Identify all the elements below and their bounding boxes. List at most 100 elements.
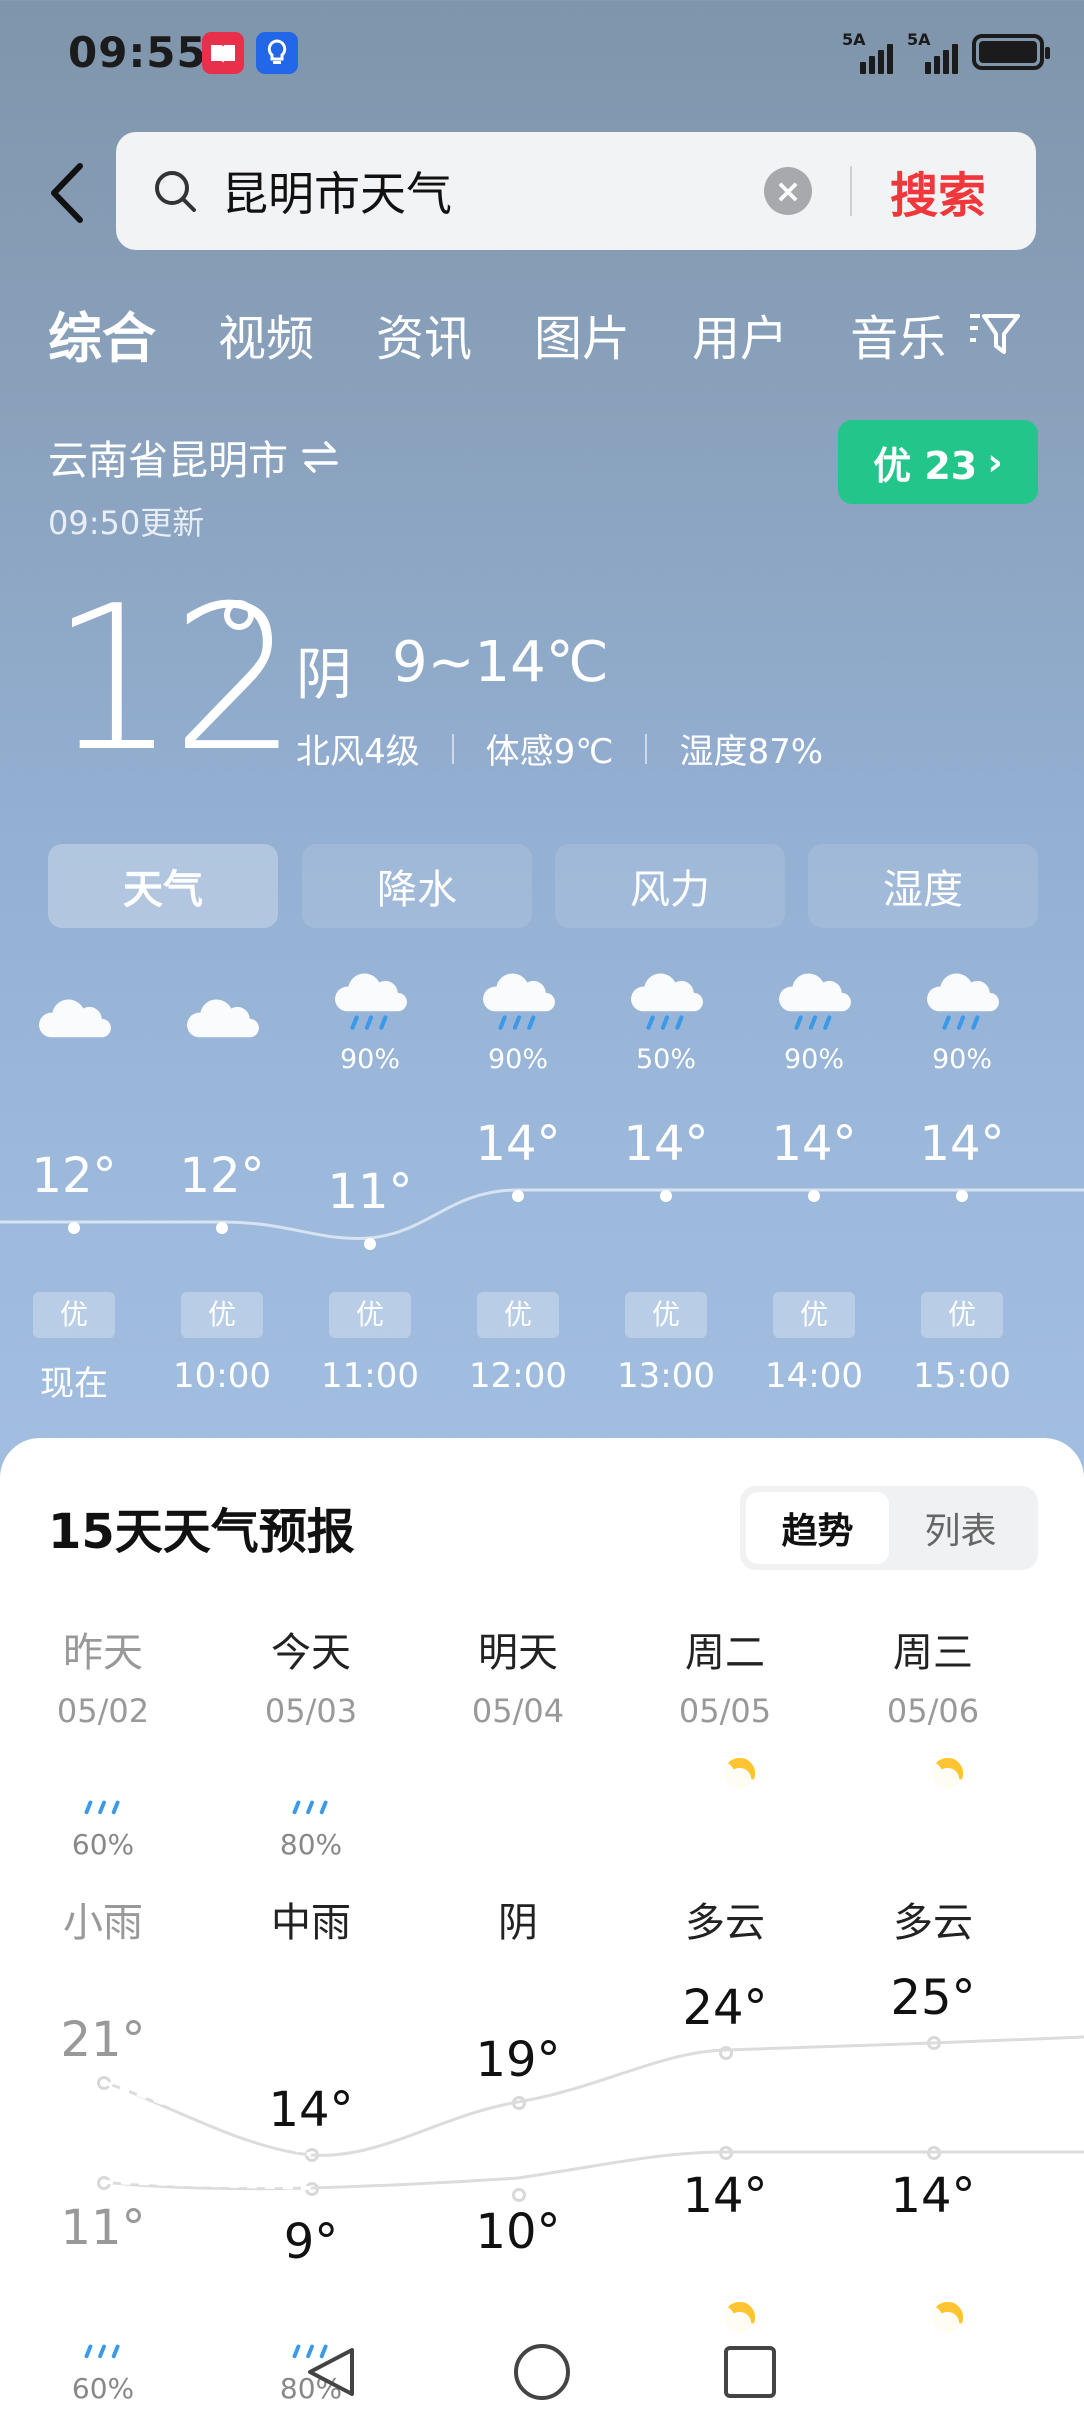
back-arrow-icon[interactable]: [46, 160, 90, 226]
day-column[interactable]: 今天 05/03: [211, 1620, 411, 1730]
aqi-value: 优 23: [873, 443, 978, 488]
segment-wind[interactable]: 风力: [555, 844, 785, 928]
filter-icon[interactable]: [968, 312, 1021, 356]
day-date: 05/04: [471, 1692, 565, 1730]
day-precip-chance: 80%: [279, 1828, 343, 1861]
day-condition: 多云: [685, 1900, 765, 1946]
day-column[interactable]: 明天 05/04: [418, 1620, 618, 1730]
aqi-tag: 优: [625, 1292, 707, 1338]
day-condition: 多云: [893, 1900, 973, 1946]
day-column[interactable]: 周三 05/06: [833, 1620, 1033, 1730]
precip-chance: 90%: [931, 1044, 992, 1075]
tab-comprehensive[interactable]: 综合: [48, 294, 156, 373]
hour-label: 11:00: [321, 1356, 419, 1396]
rain-cloud-icon: [628, 964, 706, 1040]
location[interactable]: 云南省昆明市: [48, 428, 340, 486]
wind: 北风4级: [296, 732, 420, 772]
day-name: 周二: [685, 1630, 765, 1676]
tab-video[interactable]: 视频: [218, 299, 314, 369]
light-rain-icon: [67, 1752, 141, 1824]
hourly-temperature-curve: [0, 1188, 1084, 1241]
day-name: 明天: [478, 1630, 558, 1676]
view-toggle: 趋势 列表: [740, 1486, 1038, 1570]
battery-icon: [972, 34, 1050, 70]
nav-recents-icon: [724, 2346, 776, 2398]
tab-users[interactable]: 用户: [692, 299, 788, 369]
toggle-trend[interactable]: 趋势: [746, 1492, 889, 1564]
current-details: 北风4级 体感9℃ 湿度87%: [296, 724, 823, 773]
switch-icon: [302, 441, 338, 473]
day-date: 05/02: [56, 1692, 150, 1730]
forecast-title: 15天天气预报: [48, 1504, 355, 1560]
search-button[interactable]: 搜索: [890, 156, 986, 226]
day-column[interactable]: 周二 05/05: [625, 1620, 825, 1730]
hour-label: 13:00: [617, 1356, 715, 1396]
reader-app-icon: [202, 32, 244, 74]
partly-cloudy-icon: [689, 1752, 763, 1824]
day-precip-chance: 60%: [71, 1828, 135, 1861]
search-input[interactable]: 昆明市天气: [222, 158, 764, 224]
location-name: 云南省昆明市: [48, 438, 288, 484]
current-temperature: 12: [50, 563, 298, 796]
aqi-tag: 优: [773, 1292, 855, 1338]
nav-home-icon: [514, 2344, 570, 2400]
signal-icon: 5A: [842, 30, 893, 74]
hour-label: 现在: [40, 1364, 108, 1404]
search-divider: [849, 166, 852, 216]
nav-back-icon: [308, 2348, 354, 2396]
precip-chance: 90%: [339, 1044, 400, 1075]
search-bar[interactable]: 昆明市天气 × 搜索: [116, 132, 1036, 250]
aqi-tag: 优: [181, 1292, 263, 1338]
rain-cloud-icon: [480, 964, 558, 1040]
temp-range: 9~14℃: [392, 630, 609, 695]
lightbulb-app-icon: [256, 32, 298, 74]
humidity: 湿度87%: [679, 732, 824, 772]
day-condition: 小雨: [63, 1900, 143, 1946]
rain-cloud-icon: [924, 964, 1002, 1040]
condition-text: 阴: [296, 643, 352, 708]
aqi-tag: 优: [477, 1292, 559, 1338]
hour-label: 12:00: [469, 1356, 567, 1396]
day-name: 昨天: [63, 1630, 143, 1676]
signal-icon: 5A: [907, 30, 958, 74]
clear-icon[interactable]: ×: [763, 167, 812, 215]
daily-temperature-curve: [102, 2035, 1084, 2191]
aqi-badge[interactable]: 优 23 ›: [838, 420, 1038, 504]
moderate-rain-icon: [275, 1752, 349, 1824]
aqi-tag: 优: [329, 1292, 411, 1338]
day-name: 周三: [893, 1630, 973, 1676]
rain-cloud-icon: [776, 964, 854, 1040]
day-date: 05/03: [264, 1692, 358, 1730]
segment-weather[interactable]: 天气: [48, 844, 278, 928]
toggle-list[interactable]: 列表: [889, 1492, 1032, 1564]
segment-precipitation[interactable]: 降水: [302, 844, 532, 928]
chevron-right-icon: ›: [987, 440, 1003, 484]
day-condition: 阴: [498, 1900, 538, 1946]
cloud-icon: [184, 990, 262, 1066]
aqi-tag: 优: [33, 1292, 115, 1338]
day-name: 今天: [271, 1630, 351, 1676]
category-tabs: 综合 视频 资讯 图片 用户 音乐: [48, 294, 1048, 373]
rain-cloud-icon: [332, 964, 410, 1040]
overcast-icon: [482, 1752, 556, 1824]
update-time: 09:50更新: [48, 504, 205, 542]
navigation-bar: [308, 2344, 776, 2400]
day-date: 05/05: [678, 1692, 772, 1730]
tab-images[interactable]: 图片: [534, 299, 630, 369]
partly-cloudy-icon: [897, 1752, 971, 1824]
segment-humidity[interactable]: 湿度: [808, 844, 1038, 928]
day-date: 05/06: [886, 1692, 980, 1730]
low-temperature: 9°: [283, 2214, 339, 2270]
hour-label: 10:00: [173, 1356, 271, 1396]
cloud-icon: [36, 990, 114, 1066]
aqi-tag: 优: [921, 1292, 1003, 1338]
hour-label: 14:00: [765, 1356, 863, 1396]
status-time: 09:55: [68, 28, 207, 77]
precip-chance: 90%: [487, 1044, 548, 1075]
tab-news[interactable]: 资讯: [376, 299, 472, 369]
degree-symbol: [224, 600, 254, 630]
precip-chance: 50%: [635, 1044, 696, 1075]
tab-music[interactable]: 音乐: [850, 299, 946, 369]
hour-label: 15:00: [913, 1356, 1011, 1396]
day-column[interactable]: 昨天 05/02: [3, 1620, 203, 1730]
